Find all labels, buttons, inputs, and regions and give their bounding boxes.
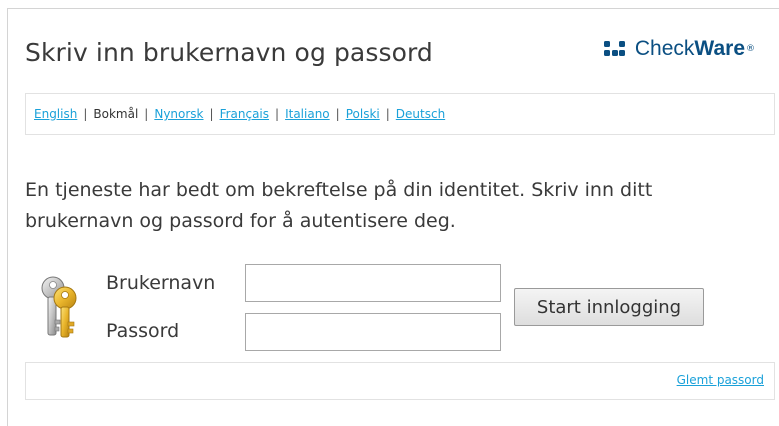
password-label: Passord — [106, 320, 180, 342]
page-title: Skriv inn brukernavn og passord — [25, 38, 433, 67]
language-separator: | — [83, 107, 88, 121]
language-separator: | — [144, 107, 149, 121]
language-link-english[interactable]: English — [34, 107, 77, 121]
username-field[interactable] — [245, 264, 501, 302]
forgot-password-link[interactable]: Glemt passord — [677, 373, 764, 387]
authentication-info-text: En tjeneste har bedt om bekreftelse på d… — [25, 179, 653, 232]
footer-bar: Glemt passord — [25, 362, 775, 400]
language-separator: | — [335, 107, 340, 121]
username-label: Brukernavn — [106, 272, 216, 294]
language-separator: | — [275, 107, 280, 121]
checkware-logo-icon — [603, 41, 625, 56]
checkware-logo: CheckWare ® — [603, 37, 755, 61]
keys-icon — [41, 276, 77, 338]
language-separator: | — [385, 107, 390, 121]
language-link-nynorsk[interactable]: Nynorsk — [154, 107, 203, 121]
language-selector: English | Bokmål | Nynorsk | Français | … — [25, 93, 775, 135]
logo-text: CheckWare — [634, 37, 745, 60]
language-current-bokmal: Bokmål — [93, 107, 139, 121]
language-separator: | — [209, 107, 214, 121]
language-link-polski[interactable]: Polski — [346, 107, 380, 121]
language-link-italiano[interactable]: Italiano — [285, 107, 330, 121]
start-login-button[interactable]: Start innlogging — [514, 288, 704, 326]
language-link-deutsch[interactable]: Deutsch — [396, 107, 445, 121]
logo-trademark: ® — [746, 44, 755, 54]
password-field[interactable] — [245, 313, 501, 351]
language-link-francais[interactable]: Français — [220, 107, 269, 121]
